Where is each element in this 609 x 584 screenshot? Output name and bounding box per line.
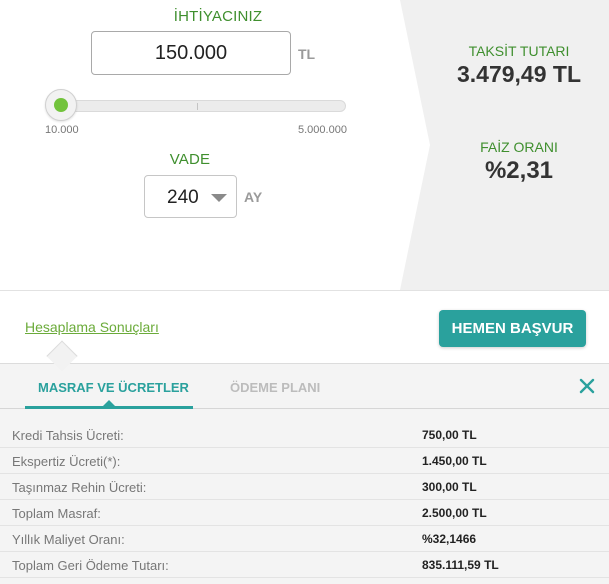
amount-slider-handle[interactable]	[45, 89, 77, 121]
fee-value: 300,00 TL	[422, 480, 477, 494]
need-amount-label: İHTİYACINIZ	[173, 8, 263, 25]
term-label: VADE	[169, 151, 211, 168]
interest-rate-value: %2,31	[484, 157, 554, 184]
fee-label: Taşınmaz Rehin Ücreti:	[12, 480, 147, 495]
term-select-value: 240	[167, 187, 199, 208]
table-row: Yıllık Maliyet Oranı: %32,1466	[0, 526, 609, 552]
fee-label: Kredi Tahsis Ücreti:	[12, 428, 124, 443]
active-tab-caret-icon	[103, 400, 115, 406]
installment-value: 3.479,49 TL	[456, 61, 582, 87]
amount-input[interactable]	[91, 31, 291, 75]
apply-now-button[interactable]: HEMEN BAŞVUR	[439, 310, 586, 347]
slider-mid-tick	[197, 103, 198, 110]
table-row: Taşınmaz Rehin Ücreti: 300,00 TL	[0, 474, 609, 500]
active-tab-underline	[25, 406, 193, 409]
loan-calculator: İHTİYACINIZ TL 10.000 5.000.000 VADE 240…	[0, 0, 609, 290]
details-tabs: MASRAF VE ÜCRETLER ÖDEME PLANI	[0, 364, 609, 409]
slider-handle-dot	[54, 98, 68, 112]
table-row: Kredi Tahsis Ücreti: 750,00 TL	[0, 422, 609, 448]
amount-unit-label: TL	[298, 46, 316, 62]
term-unit-label: AY	[244, 189, 263, 205]
fee-value: 750,00 TL	[422, 428, 477, 442]
fees-table: Kredi Tahsis Ücreti: 750,00 TL Ekspertiz…	[0, 422, 609, 578]
table-row: Ekspertiz Ücreti(*): 1.450,00 TL	[0, 448, 609, 474]
fee-label: Toplam Geri Ödeme Tutarı:	[12, 558, 169, 573]
action-bar: Hesaplama Sonuçları HEMEN BAŞVUR	[0, 290, 609, 372]
fee-value: 2.500,00 TL	[422, 506, 487, 520]
table-row: Toplam Masraf: 2.500,00 TL	[0, 500, 609, 526]
fee-label: Ekspertiz Ücreti(*):	[12, 454, 121, 469]
table-row: Toplam Geri Ödeme Tutarı: 835.111,59 TL	[0, 552, 609, 578]
fee-label: Yıllık Maliyet Oranı:	[12, 532, 125, 547]
fee-value: 835.111,59 TL	[422, 558, 499, 572]
amount-slider-track[interactable]	[50, 100, 346, 112]
tab-fees[interactable]: MASRAF VE ÜCRETLER	[38, 380, 189, 395]
close-icon[interactable]	[578, 377, 596, 395]
interest-rate-label: FAİZ ORANI	[480, 139, 558, 155]
details-panel: MASRAF VE ÜCRETLER ÖDEME PLANI Kredi Tah…	[0, 363, 609, 584]
chevron-down-icon	[211, 194, 227, 202]
calculation-results-link[interactable]: Hesaplama Sonuçları	[25, 319, 159, 335]
fee-value: 1.450,00 TL	[422, 454, 487, 468]
term-select[interactable]: 240	[144, 175, 237, 218]
slider-min-label: 10.000	[45, 124, 79, 136]
fee-label: Toplam Masraf:	[12, 506, 101, 521]
slider-max-label: 5.000.000	[298, 124, 347, 136]
fee-value: %32,1466	[422, 532, 477, 546]
tab-payment-plan[interactable]: ÖDEME PLANI	[230, 380, 320, 395]
installment-label: TAKSİT TUTARI	[468, 43, 570, 59]
